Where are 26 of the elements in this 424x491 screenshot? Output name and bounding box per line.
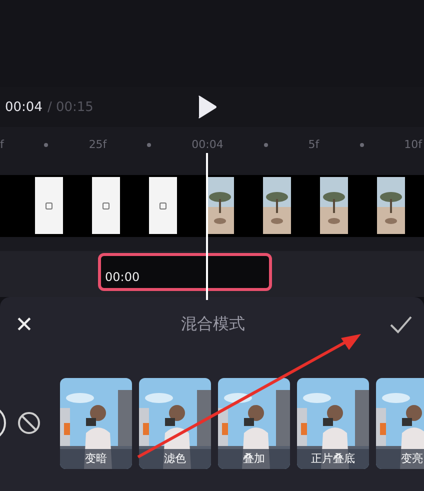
blend-mode-item[interactable]: 变亮 bbox=[376, 378, 424, 469]
blend-mode-item[interactable]: 叠加 bbox=[218, 378, 290, 469]
tick-dot bbox=[360, 142, 364, 147]
ruler-label: 00:04 bbox=[192, 138, 224, 152]
play-icon[interactable] bbox=[196, 95, 218, 120]
logo-icon bbox=[159, 202, 167, 210]
tick-dot bbox=[264, 142, 268, 147]
close-button[interactable]: ✕ bbox=[12, 312, 36, 338]
blend-mode-item[interactable]: 滤色 bbox=[139, 378, 211, 469]
total-time: / 00:15 bbox=[47, 100, 94, 115]
overlay-clip[interactable]: 00:00 bbox=[98, 252, 272, 291]
none-icon[interactable] bbox=[17, 411, 41, 436]
video-track[interactable] bbox=[0, 174, 424, 237]
ruler-label: 10f bbox=[404, 138, 422, 152]
panel-title: 混合模式 bbox=[181, 314, 245, 336]
ruler-label: 5f bbox=[308, 138, 320, 152]
current-time: 00:04 bbox=[5, 100, 42, 115]
logo-icon bbox=[102, 202, 110, 210]
tick-dot bbox=[147, 142, 152, 147]
logo-icon bbox=[45, 202, 53, 210]
ruler-label: f bbox=[0, 138, 4, 152]
blend-mode-item[interactable]: 变暗 bbox=[60, 378, 132, 469]
tick-dot bbox=[44, 142, 48, 147]
check-icon[interactable] bbox=[390, 316, 412, 334]
ruler-label: 25f bbox=[88, 138, 107, 152]
blend-mode-item[interactable]: 正片叠底 bbox=[297, 378, 369, 469]
